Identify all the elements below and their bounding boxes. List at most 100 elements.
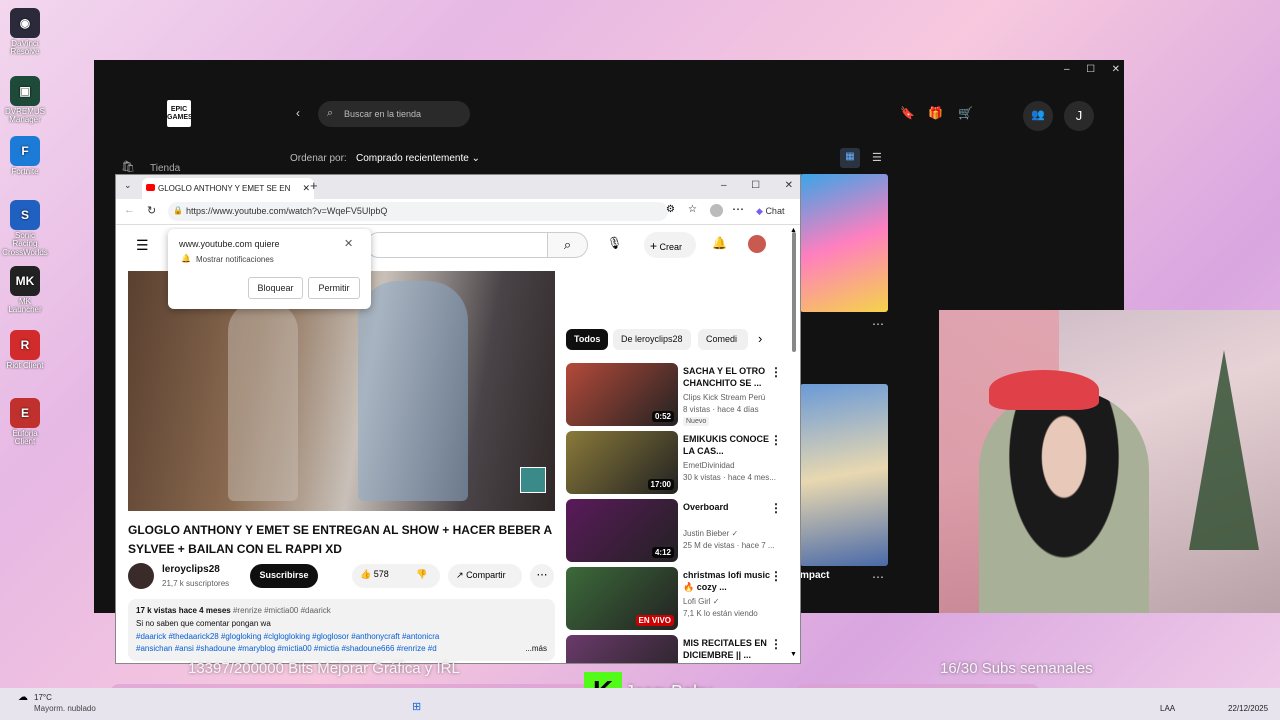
bell-icon[interactable]: 🔔 (712, 236, 727, 250)
maximize-button[interactable]: ☐ (751, 180, 760, 191)
yt-scrollbar[interactable] (792, 232, 796, 352)
meta-hashtags[interactable]: #renrize #mictia00 #daarick (233, 606, 331, 615)
chip-channel[interactable]: De leroyclips28 (613, 329, 691, 350)
game-title-genshin[interactable]: mpact (800, 570, 829, 581)
url-field[interactable]: 🔒 https://www.youtube.com/watch?v=WqeFV5… (168, 202, 668, 221)
refresh-icon[interactable]: ↻ (147, 204, 156, 217)
list-view-icon[interactable]: ☰ (872, 151, 882, 164)
store-nav-icon[interactable]: 🛍 (121, 160, 135, 173)
yt-search-button[interactable]: ⌕ (548, 232, 588, 258)
game-card-genshin[interactable] (800, 384, 888, 566)
desktop-icon[interactable]: R Riot Client (2, 330, 48, 370)
allow-button[interactable]: Permitir (308, 277, 360, 299)
grid-view-button[interactable]: ▦ (840, 148, 860, 168)
more-options-icon[interactable]: ⋮ (770, 637, 782, 651)
recommended-video[interactable]: 16:00MIS RECITALES EN DICIEMBRE || ...Um… (566, 635, 796, 663)
yt-search-input[interactable] (366, 232, 548, 258)
close-button[interactable]: ✕ (785, 180, 793, 191)
language-indicator[interactable]: LAA (1160, 704, 1175, 713)
desktop-icon[interactable]: ▣ DVREMUS Manager (2, 76, 48, 125)
recommended-video[interactable]: 0:52 SACHA Y EL OTRO CHANCHITO SE ... Clip… (566, 363, 796, 427)
sort-dropdown[interactable]: Comprado recientemente ⌄ (356, 153, 480, 164)
channel-name[interactable]: Lofi Girl ✓ (683, 597, 720, 606)
video-title[interactable]: Overboard (683, 501, 778, 513)
block-button[interactable]: Bloquear (248, 277, 303, 299)
more-actions-button[interactable]: ⋯ (530, 564, 554, 588)
cart-icon[interactable]: 🛒 (958, 106, 973, 120)
weather-temp[interactable]: 17°C (34, 693, 52, 702)
scroll-down-icon[interactable]: ▼ (790, 651, 797, 658)
show-more-link[interactable]: ...más (522, 643, 547, 657)
channel-name[interactable]: EmetDivinidad (683, 461, 735, 470)
video-thumbnail[interactable]: 17:00 (566, 431, 678, 494)
store-nav-label[interactable]: Tienda (150, 163, 180, 174)
more-options-icon[interactable]: ⋯ (872, 570, 884, 584)
copilot-chat-button[interactable]: ◆ Chat (756, 206, 784, 217)
desktop-icon[interactable]: S Sonic Racing CrossWorlds (2, 200, 48, 257)
weather-icon[interactable]: ☁ (18, 692, 28, 703)
video-title[interactable]: EMIKUKIS CONOCE LA CAS... (683, 433, 778, 457)
video-thumbnail[interactable]: 4:12 (566, 499, 678, 562)
back-icon[interactable]: ← (124, 204, 135, 216)
description-box[interactable]: 17 k vistas hace 4 meses #renrize #micti… (128, 599, 555, 661)
favorites-icon[interactable]: ☆ (688, 204, 697, 215)
subscribe-button[interactable]: Suscribirse (250, 564, 318, 588)
desktop-icon[interactable]: F Fortnite (2, 136, 48, 176)
video-title[interactable]: SACHA Y EL OTRO CHANCHITO SE ... (683, 365, 778, 389)
desktop-icon[interactable]: ◉ DaVinci Resolve (2, 8, 48, 57)
more-options-icon[interactable]: ⋯ (872, 317, 884, 331)
more-options-icon[interactable]: ⋮ (770, 365, 782, 379)
scroll-up-icon[interactable]: ▲ (790, 227, 797, 234)
new-tab-icon[interactable]: + (310, 178, 318, 193)
wishlist-icon[interactable]: 🔖 (900, 106, 915, 120)
avatar[interactable] (748, 235, 766, 253)
friends-button[interactable]: 👥 (1023, 101, 1053, 131)
channel-avatar[interactable] (128, 563, 154, 589)
description-hashtags[interactable]: #ansichan #ansi #shadoune #maryblog #mic… (136, 644, 437, 653)
minimize-button[interactable]: – (1064, 64, 1070, 75)
start-icon[interactable]: ⊞ (412, 700, 421, 713)
video-thumbnail[interactable]: EN VIVO (566, 567, 678, 630)
store-search-box[interactable]: ⌕ Buscar en la tienda (318, 101, 470, 127)
recommended-video[interactable]: 17:00 EMIKUKIS CONOCE LA CAS... EmetDivini… (566, 431, 796, 495)
close-icon[interactable]: ✕ (344, 237, 353, 250)
epic-logo[interactable]: EPIC GAMES (167, 100, 193, 127)
channel-name[interactable]: Clips Kick Stream Perú (683, 393, 765, 402)
profile-icon[interactable] (710, 204, 723, 217)
gift-icon[interactable]: 🎁 (928, 106, 943, 120)
video-thumbnail[interactable]: 16:00 (566, 635, 678, 663)
thumbs-down-icon[interactable]: 👎 (416, 569, 427, 580)
menu-dots-icon[interactable]: ⋯ (732, 202, 744, 216)
video-title[interactable]: christmas lofi music 🔥 cozy ... (683, 569, 778, 593)
create-button[interactable]: + Crear (644, 232, 696, 258)
video-thumbnail[interactable]: 0:52 (566, 363, 678, 426)
channel-name[interactable]: Justin Bieber ✓ (683, 529, 738, 538)
desktop-icon[interactable]: MK MK Launcher (2, 266, 48, 315)
extensions-icon[interactable]: ⚙ (666, 204, 675, 215)
description-hashtags[interactable]: #daarick #thedaarick28 #glogloking #clgl… (136, 631, 547, 644)
like-button[interactable]: 👍 578 (360, 569, 389, 580)
more-options-icon[interactable]: ⋮ (770, 433, 782, 447)
channel-name[interactable]: leroyclips28 (162, 564, 220, 575)
close-tab-icon[interactable]: ✕ (302, 183, 310, 194)
maximize-button[interactable]: ☐ (1086, 64, 1095, 75)
hamburger-menu-icon[interactable]: ☰ (136, 237, 149, 254)
tab-youtube[interactable]: GLOGLO ANTHONY Y EMET SE EN ✕ (142, 178, 314, 199)
tab-list-icon[interactable]: ⌄ (124, 180, 132, 191)
more-options-icon[interactable]: ⋮ (770, 501, 782, 515)
desktop-icon[interactable]: E Euforia Client (2, 398, 48, 447)
chip-all[interactable]: Todos (566, 329, 609, 350)
weather-desc[interactable]: Mayorm. nublado (34, 704, 96, 713)
microphone-icon[interactable]: 🎙 (607, 236, 622, 250)
more-options-icon[interactable]: ⋮ (770, 569, 782, 583)
recommended-video[interactable]: EN VIVO christmas lofi music 🔥 cozy ... Lo… (566, 567, 796, 631)
minimize-button[interactable]: – (721, 180, 727, 191)
close-button[interactable]: ✕ (1112, 64, 1120, 75)
chevron-right-icon[interactable]: › (758, 331, 762, 346)
game-card-fallguys[interactable] (800, 174, 888, 312)
avatar[interactable]: J (1064, 101, 1094, 131)
chip-comedy[interactable]: Comedi (698, 329, 748, 350)
back-arrow-icon[interactable]: ‹ (296, 106, 300, 120)
taskbar-date[interactable]: 22/12/2025 (1228, 704, 1268, 713)
recommended-video[interactable]: 4:12 Overboard Justin Bieber ✓ 25 M de vist… (566, 499, 796, 563)
